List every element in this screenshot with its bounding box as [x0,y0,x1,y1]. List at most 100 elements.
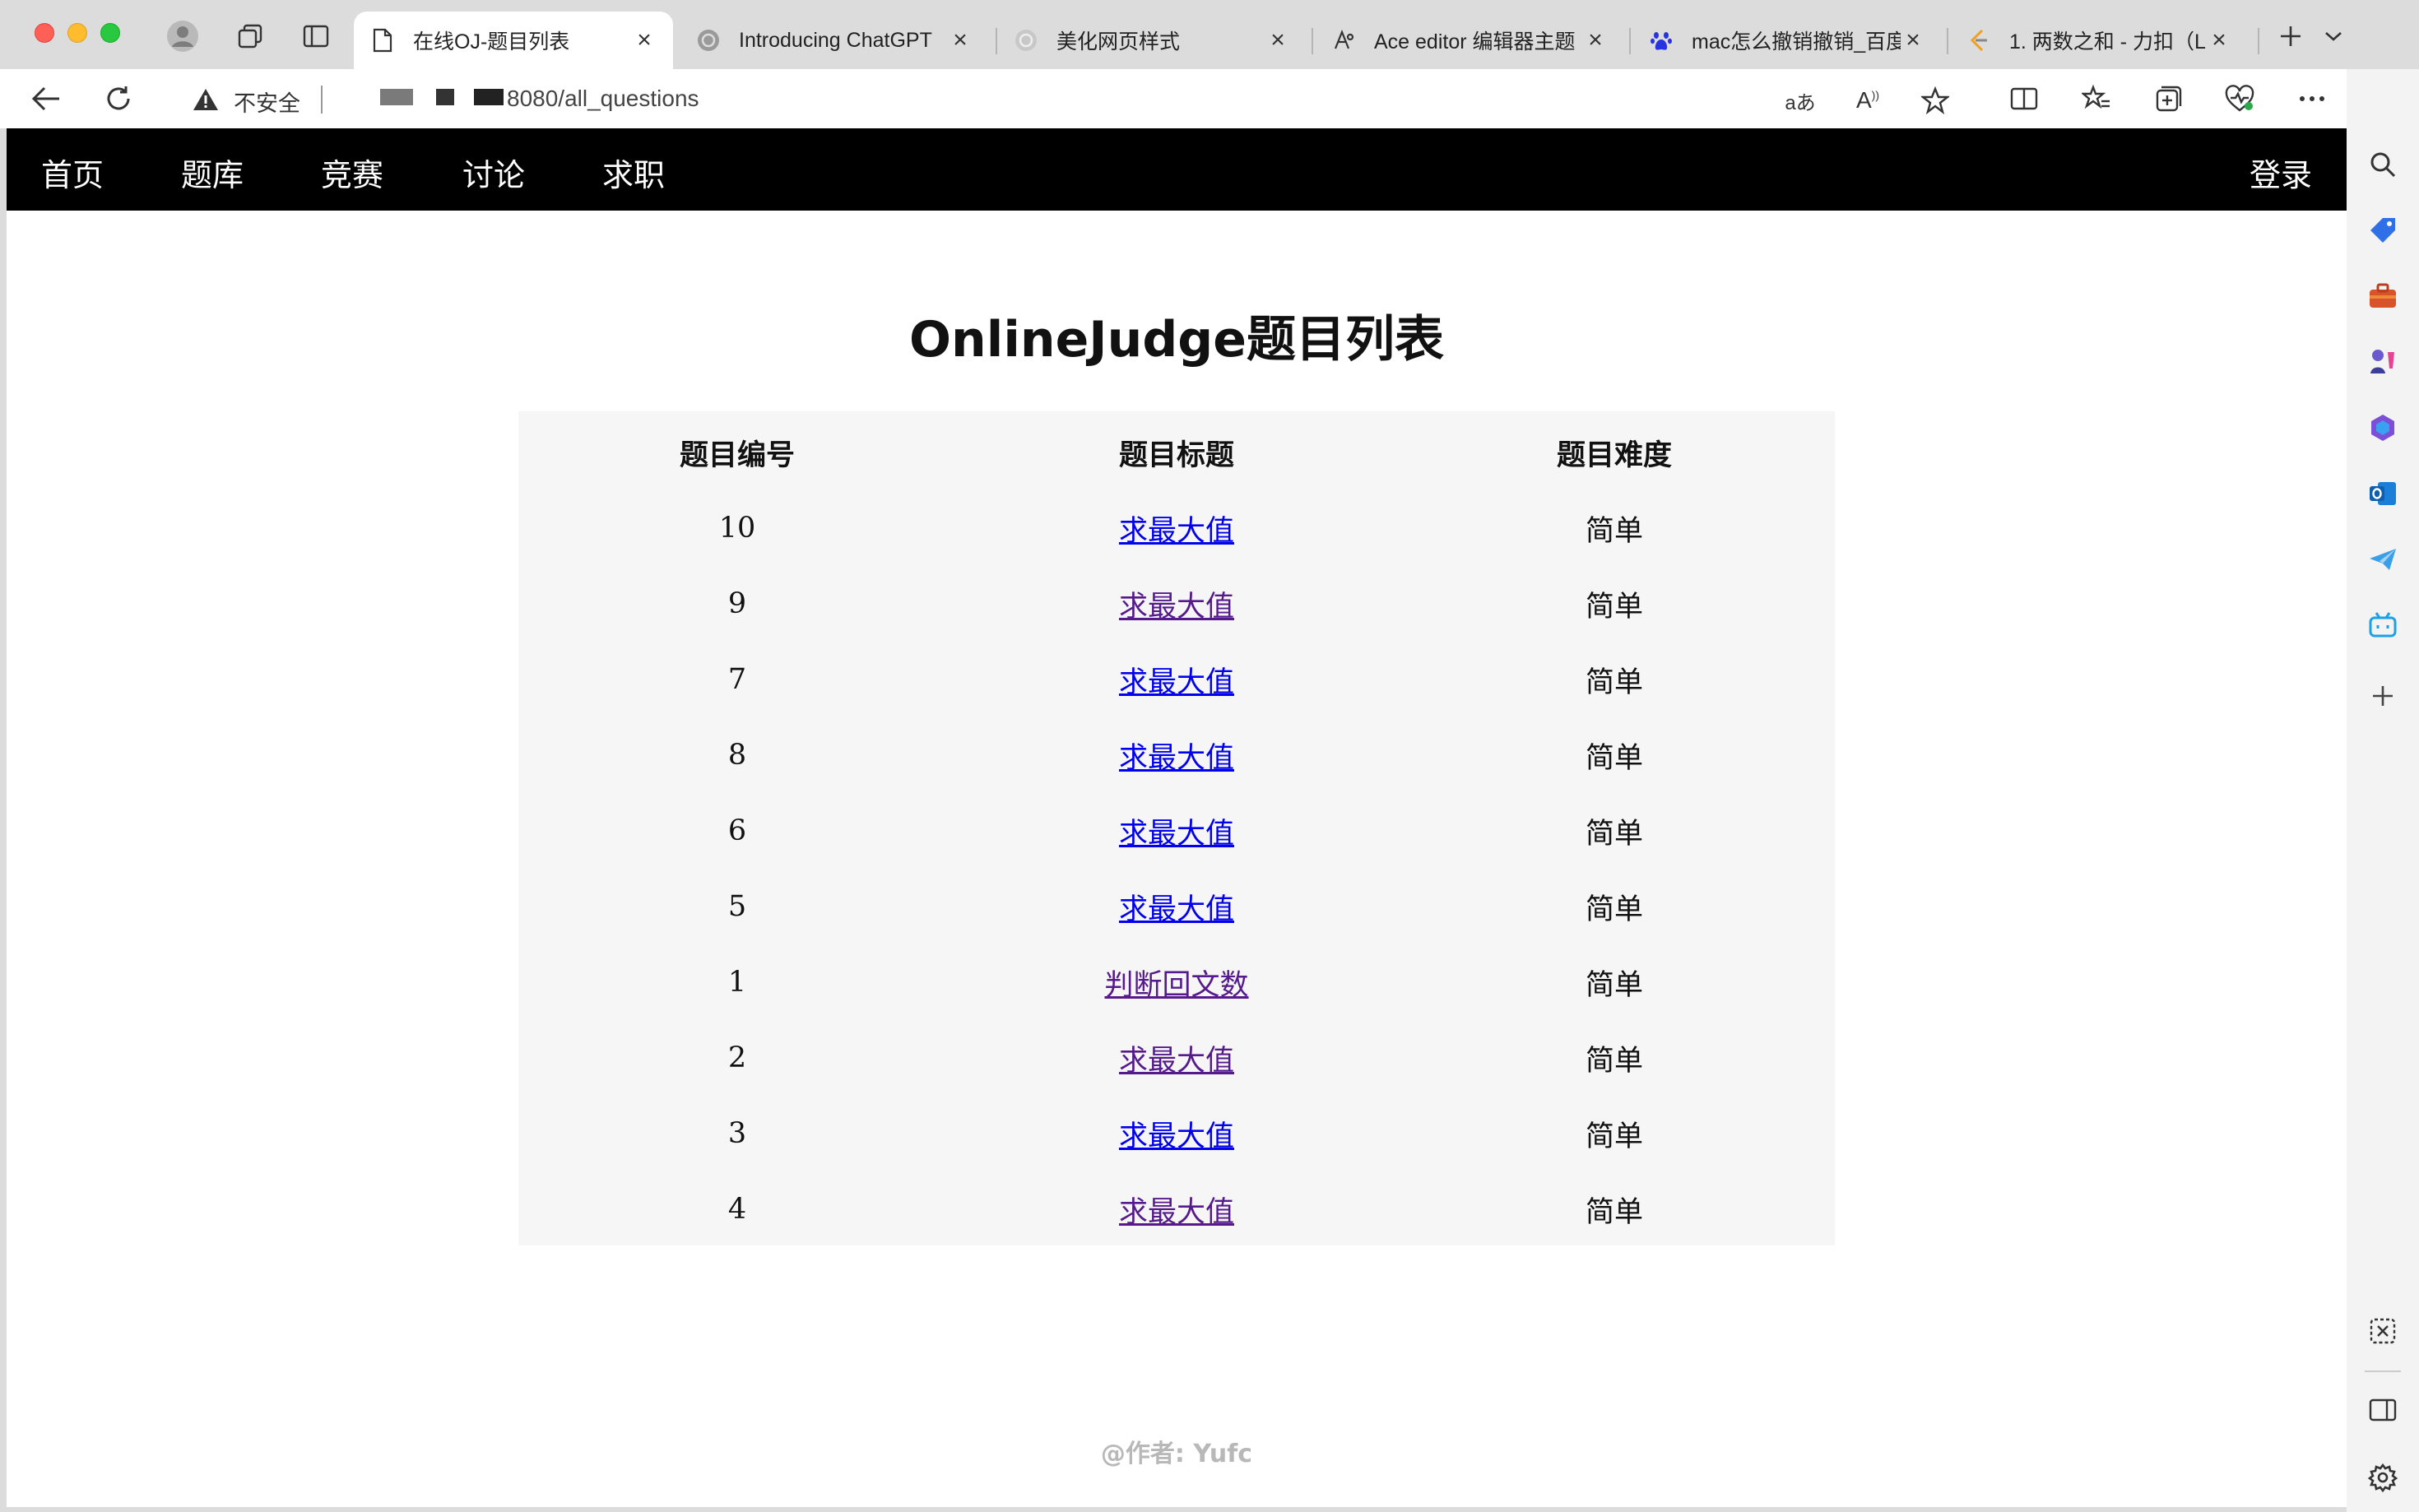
nav-home-link[interactable]: 首页 [41,150,104,195]
question-difficulty: 简单 [1585,741,1643,775]
question-title-cell: 判断回文数 [958,944,1395,1020]
security-label[interactable]: 不安全 [234,86,300,118]
add-icon[interactable] [2365,678,2401,714]
tab-title: 1. 两数之和 - 力扣（Lee [2009,30,2207,53]
question-difficulty: 简单 [1585,1120,1643,1153]
tab-ace-editor[interactable]: Ace editor 编辑器主题 × [1315,12,1624,69]
nav-discuss-link[interactable]: 讨论 [462,150,525,195]
tab-list-icon[interactable] [2315,18,2352,54]
question-title-link[interactable]: 求最大值 [1119,810,1234,852]
question-id: 9 [727,587,747,620]
close-tab-icon[interactable]: × [1265,26,1290,54]
tab-title: Introducing ChatGPT [739,28,932,52]
question-title-link[interactable]: 求最大值 [1119,659,1234,701]
header-id: 题目编号 [679,438,795,472]
tools-icon[interactable] [2365,278,2401,314]
question-title-cell: 求最大值 [958,1020,1395,1096]
split-screen-icon[interactable] [2004,79,2044,118]
url-text[interactable]: 8080/all_questions [507,86,699,112]
redacted-host [380,89,413,105]
question-id: 1 [727,966,747,999]
tab-leetcode[interactable]: 1. 两数之和 - 力扣（Lee × [1950,12,2248,69]
back-icon[interactable] [26,79,66,118]
site-navbar: 首页 题库 竞赛 讨论 求职 登录 [7,128,2347,211]
question-title-link[interactable]: 判断回文数 [1104,962,1248,1004]
table-row: 10 求最大值 简单 [518,490,1835,566]
leetcode-icon [1966,28,1991,53]
new-tab-icon[interactable] [2273,18,2309,54]
question-difficulty: 简单 [1585,666,1643,699]
question-id: 4 [727,1193,747,1226]
search-icon[interactable] [2365,146,2401,183]
header-difficulty: 题目难度 [1556,438,1672,472]
tab-active[interactable]: 在线OJ-题目列表 × [354,12,673,69]
collections-icon[interactable] [2149,79,2189,118]
settings-icon[interactable] [2365,1459,2401,1496]
close-tab-icon[interactable]: × [632,26,657,54]
close-tab-icon[interactable]: × [948,26,973,54]
address-bar[interactable]: 不安全 8080/all_questions aあ A)) [165,74,1975,123]
tab-baidu[interactable]: mac怎么撤销撤销_百度 × [1632,12,1942,69]
minimize-window-button[interactable] [67,23,87,43]
warning-icon [193,89,218,110]
question-difficulty: 简单 [1585,968,1643,1002]
question-difficulty: 简单 [1585,590,1643,624]
question-id: 2 [727,1041,747,1074]
page-viewport: 首页 题库 竞赛 讨论 求职 登录 OnlineJudge题目列表 题目编号 题… [7,128,2347,1507]
tab-title: 在线OJ-题目列表 [413,30,570,53]
vertical-tabs-icon[interactable] [298,18,334,54]
read-aloud-icon[interactable]: A)) [1850,82,1886,118]
bilibili-icon[interactable] [2365,607,2401,643]
browser-essentials-icon[interactable] [2220,79,2259,118]
favorite-star-icon[interactable] [1917,82,1953,118]
close-tab-icon[interactable]: × [1901,26,1925,54]
question-difficulty: 简单 [1585,1195,1643,1229]
tab-title: mac怎么撤销撤销_百度 [1692,30,1901,53]
question-title-link[interactable]: 求最大值 [1119,508,1234,550]
nav-jobs-link[interactable]: 求职 [602,150,665,195]
question-id: 6 [727,814,747,847]
question-id: 8 [727,739,747,772]
outlook-icon[interactable] [2365,475,2401,512]
more-icon[interactable] [2292,79,2332,118]
profile-icon[interactable] [165,18,201,54]
close-tab-icon[interactable]: × [1583,26,1608,54]
question-title-link[interactable]: 求最大值 [1119,886,1234,928]
close-tab-icon[interactable]: × [2207,26,2231,54]
table-row: 9 求最大值 简单 [518,566,1835,642]
question-title-link[interactable]: 求最大值 [1119,1189,1234,1231]
openai-icon [696,28,721,53]
question-difficulty: 简单 [1585,817,1643,851]
drop-icon[interactable] [2365,541,2401,577]
screenshot-icon[interactable] [2365,1313,2401,1349]
maximize-window-button[interactable] [100,23,120,43]
nav-problems-link[interactable]: 题库 [181,150,244,195]
header-title: 题目标题 [1118,438,1234,472]
nav-contest-link[interactable]: 竞赛 [321,150,383,195]
close-window-button[interactable] [35,23,54,43]
toolbar: 不安全 8080/all_questions aあ A)) [0,69,2419,128]
question-title-link[interactable]: 求最大值 [1119,1037,1234,1079]
questions-table: 题目编号 题目标题 题目难度 10 求最大值 简单 9 求最大值 简单 7 求最大值 简单 8 求最… [518,411,1835,1245]
question-title-cell: 求最大值 [958,1096,1395,1171]
shopping-icon[interactable] [2365,212,2401,248]
table-row: 6 求最大值 简单 [518,793,1835,869]
question-title-cell: 求最大值 [958,793,1395,869]
microsoft365-icon[interactable] [2365,410,2401,446]
table-header-row: 题目编号 题目标题 题目难度 [518,415,1835,490]
tab-beautify[interactable]: 美化网页样式 × [997,12,1307,69]
login-link[interactable]: 登录 [2250,150,2312,195]
favorites-icon[interactable] [2077,79,2116,118]
games-icon[interactable] [2365,344,2401,380]
sidebar-toggle-icon[interactable] [2365,1392,2401,1428]
table-row: 7 求最大值 简单 [518,642,1835,717]
refresh-icon[interactable] [99,79,138,118]
question-id: 3 [727,1117,747,1150]
question-title-link[interactable]: 求最大值 [1119,583,1234,625]
tab-chatgpt[interactable]: Introducing ChatGPT × [680,12,989,69]
workspaces-icon[interactable] [232,18,268,54]
translate-icon[interactable]: aあ [1782,82,1818,118]
question-title-link[interactable]: 求最大值 [1119,735,1234,777]
question-title-link[interactable]: 求最大值 [1119,1113,1234,1155]
question-title-cell: 求最大值 [958,1171,1395,1247]
